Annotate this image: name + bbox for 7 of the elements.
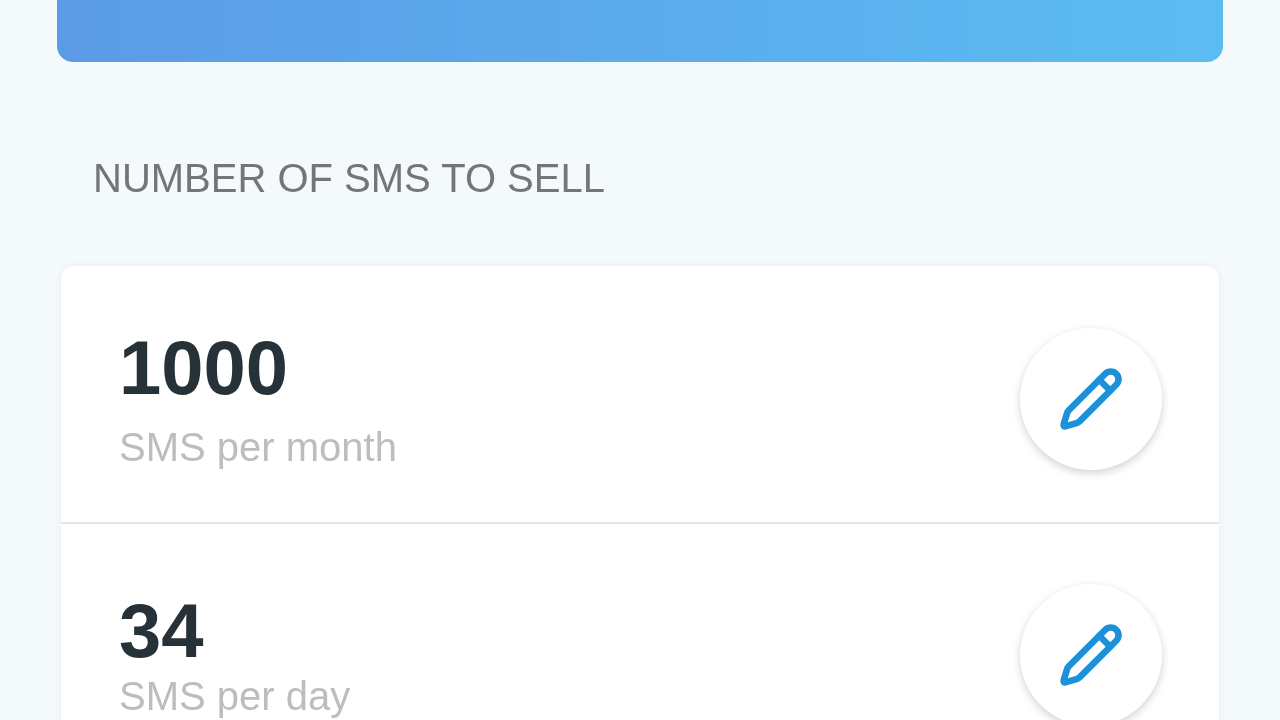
sms-count-caption: SMS per month xyxy=(119,424,398,470)
sms-count: 1000 xyxy=(119,328,290,408)
sms-count: 34 xyxy=(119,591,205,671)
sms-count-caption: SMS per day xyxy=(119,673,352,719)
section-title: NUMBER OF SMS TO SELL xyxy=(93,156,605,200)
pencil-icon xyxy=(1058,366,1124,432)
pencil-icon xyxy=(1058,622,1124,688)
